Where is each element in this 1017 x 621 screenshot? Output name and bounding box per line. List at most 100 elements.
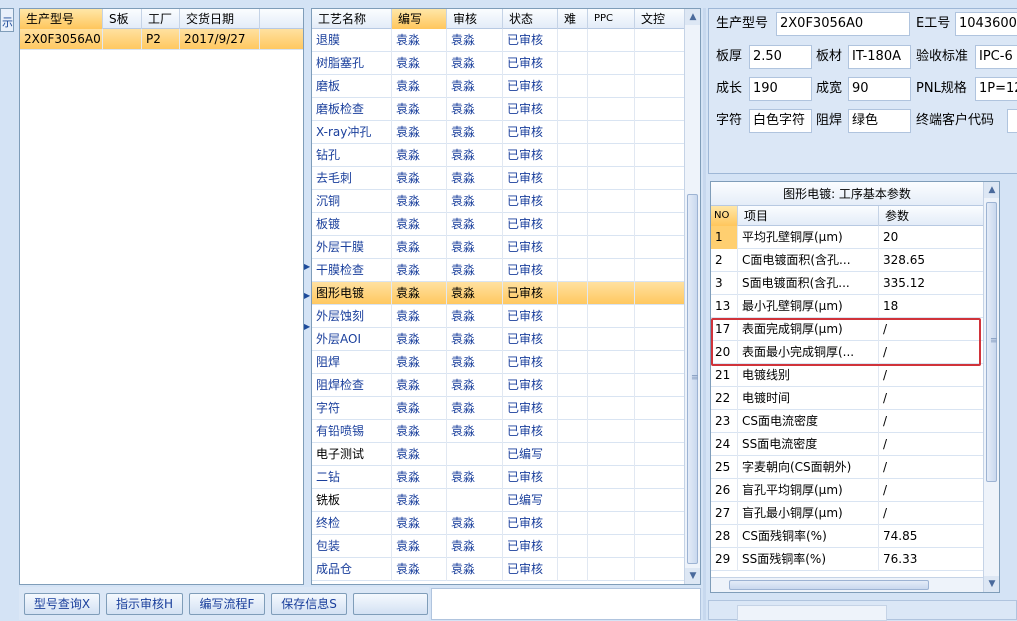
field-pnl-spec[interactable]: 1P=12	[975, 77, 1017, 101]
param-value-cell[interactable]: 335.12	[879, 272, 985, 295]
write-flow-button[interactable]: 编写流程F	[189, 593, 265, 615]
process-row[interactable]: 阻焊检查 袁淼 袁淼 已审核	[312, 374, 685, 397]
process-cell	[558, 558, 588, 581]
col-param[interactable]: 参数	[879, 206, 985, 226]
process-row[interactable]: 终检 袁淼 袁淼 已审核	[312, 512, 685, 535]
process-row[interactable]: 图形电镀 袁淼 袁淼 已审核	[312, 282, 685, 305]
field-solder-mask[interactable]: 绿色	[848, 109, 911, 133]
param-row[interactable]: 23 CS面电流密度 /	[711, 410, 985, 433]
scroll-down-icon[interactable]: ▼	[984, 576, 999, 592]
process-row[interactable]: 磨板检查 袁淼 袁淼 已审核	[312, 98, 685, 121]
process-cell	[558, 98, 588, 121]
col-status[interactable]: 状态	[503, 9, 558, 29]
process-row[interactable]: 沉铜 袁淼 袁淼 已审核	[312, 190, 685, 213]
field-material[interactable]: IT-180A	[848, 45, 911, 69]
param-row[interactable]: 25 字麦朝向(CS面朝外) /	[711, 456, 985, 479]
param-row[interactable]: 13 最小孔壁铜厚(μm) 18	[711, 295, 985, 318]
collapsed-panel-tab[interactable]: 示	[0, 8, 14, 32]
param-value-cell[interactable]: /	[879, 479, 985, 502]
scroll-thumb[interactable]: ≡	[986, 202, 998, 482]
blank-button[interactable]	[353, 593, 428, 615]
process-grid-scrollbar[interactable]: ▲ ≡ ▼	[684, 9, 700, 584]
process-row[interactable]: 外层干膜 袁淼 袁淼 已审核	[312, 236, 685, 259]
param-row[interactable]: 28 CS面残铜率(%) 74.85	[711, 525, 985, 548]
col-doc-control[interactable]: 文控	[635, 9, 685, 29]
process-cell: 阻焊检查	[312, 374, 392, 397]
scroll-up-icon[interactable]: ▲	[984, 182, 999, 198]
process-row[interactable]: 板镀 袁淼 袁淼 已审核	[312, 213, 685, 236]
process-row[interactable]: 干膜检查 袁淼 袁淼 已审核	[312, 259, 685, 282]
field-model[interactable]: 2X0F3056A0	[776, 12, 910, 36]
col-factory[interactable]: 工厂	[142, 9, 180, 29]
param-value-cell[interactable]: 74.85	[879, 525, 985, 548]
param-value-cell[interactable]: /	[879, 387, 985, 410]
process-row[interactable]: 包装 袁淼 袁淼 已审核	[312, 535, 685, 558]
param-value-cell[interactable]: /	[879, 502, 985, 525]
process-row[interactable]: X-ray冲孔 袁淼 袁淼 已审核	[312, 121, 685, 144]
process-row[interactable]: 树脂塞孔 袁淼 袁淼 已审核	[312, 52, 685, 75]
param-value-cell[interactable]: 76.33	[879, 548, 985, 571]
field-e-no[interactable]: 1043600	[955, 12, 1017, 36]
scroll-down-icon[interactable]: ▼	[685, 568, 700, 584]
field-thickness[interactable]: 2.50	[749, 45, 812, 69]
col-ppc[interactable]: PPC	[588, 9, 635, 29]
col-no[interactable]: NO	[711, 206, 738, 226]
field-legend[interactable]: 白色字符	[749, 109, 812, 133]
param-value-cell[interactable]: /	[879, 410, 985, 433]
process-row[interactable]: 二钻 袁淼 袁淼 已审核	[312, 466, 685, 489]
splitter-arrow-icon[interactable]: ▶	[304, 291, 310, 300]
scroll-up-icon[interactable]: ▲	[685, 9, 700, 25]
splitter-arrow-icon[interactable]: ▶	[304, 262, 310, 271]
col-delivery-date[interactable]: 交货日期	[180, 9, 260, 29]
param-row[interactable]: 2 C面电镀面积(含孔... 328.65	[711, 249, 985, 272]
col-model[interactable]: 生产型号	[20, 9, 103, 29]
field-width[interactable]: 90	[848, 77, 911, 101]
process-row[interactable]: 去毛刺 袁淼 袁淼 已审核	[312, 167, 685, 190]
param-row[interactable]: 26 盲孔平均铜厚(μm) /	[711, 479, 985, 502]
model-query-button[interactable]: 型号查询X	[24, 593, 100, 615]
panel-separator[interactable]	[703, 8, 706, 620]
param-row[interactable]: 29 SS面残铜率(%) 76.33	[711, 548, 985, 571]
param-value-cell[interactable]: /	[879, 433, 985, 456]
col-s-board[interactable]: S板	[103, 9, 142, 29]
col-author[interactable]: 编写	[392, 9, 447, 29]
param-value-cell[interactable]: 18	[879, 295, 985, 318]
field-end-customer-code[interactable]	[1007, 109, 1017, 133]
param-value-cell[interactable]: /	[879, 456, 985, 479]
process-row[interactable]: 退膜 袁淼 袁淼 已审核	[312, 29, 685, 52]
process-row[interactable]: 外层AOI 袁淼 袁淼 已审核	[312, 328, 685, 351]
order-row[interactable]: 2X0F3056A0 P2 2017/9/27	[20, 29, 303, 50]
param-value-cell[interactable]: 328.65	[879, 249, 985, 272]
col-reviewer[interactable]: 审核	[447, 9, 503, 29]
field-length[interactable]: 190	[749, 77, 812, 101]
param-row[interactable]: 22 电镀时间 /	[711, 387, 985, 410]
process-row[interactable]: 成品仓 袁淼 袁淼 已审核	[312, 558, 685, 581]
save-info-button[interactable]: 保存信息S	[271, 593, 347, 615]
param-row[interactable]: 21 电镀线别 /	[711, 364, 985, 387]
splitter-arrow-icon[interactable]: ▶	[304, 322, 310, 331]
param-grid-hscrollbar[interactable]	[711, 577, 983, 592]
process-row[interactable]: 外层蚀刻 袁淼 袁淼 已审核	[312, 305, 685, 328]
process-row[interactable]: 字符 袁淼 袁淼 已审核	[312, 397, 685, 420]
process-row[interactable]: 阻焊 袁淼 袁淼 已审核	[312, 351, 685, 374]
param-grid-scrollbar[interactable]: ▲ ≡ ▼	[983, 182, 999, 592]
scroll-thumb[interactable]: ≡	[687, 194, 699, 564]
process-row[interactable]: 有铅喷锡 袁淼 袁淼 已审核	[312, 420, 685, 443]
process-row[interactable]: 铣板 袁淼 已编写	[312, 489, 685, 512]
process-row[interactable]: 钻孔 袁淼 袁淼 已审核	[312, 144, 685, 167]
hscroll-thumb[interactable]	[729, 580, 929, 590]
col-difficulty[interactable]: 难	[558, 9, 588, 29]
review-instruction-button[interactable]: 指示审核H	[106, 593, 183, 615]
field-acceptance-standard[interactable]: IPC-6	[975, 45, 1017, 69]
param-row[interactable]: 3 S面电镀面积(含孔... 335.12	[711, 272, 985, 295]
param-row[interactable]: 27 盲孔最小铜厚(μm) /	[711, 502, 985, 525]
param-value-cell[interactable]: 20	[879, 226, 985, 249]
param-row[interactable]: 1 平均孔壁铜厚(μm) 20	[711, 226, 985, 249]
param-value-cell[interactable]: /	[879, 364, 985, 387]
process-row[interactable]: 电子测试 袁淼 已编写	[312, 443, 685, 466]
col-process-name[interactable]: 工艺名称	[312, 9, 392, 29]
process-row[interactable]: 磨板 袁淼 袁淼 已审核	[312, 75, 685, 98]
right-bottom-input[interactable]	[737, 605, 887, 621]
param-row[interactable]: 24 SS面电流密度 /	[711, 433, 985, 456]
col-item[interactable]: 项目	[738, 206, 879, 226]
